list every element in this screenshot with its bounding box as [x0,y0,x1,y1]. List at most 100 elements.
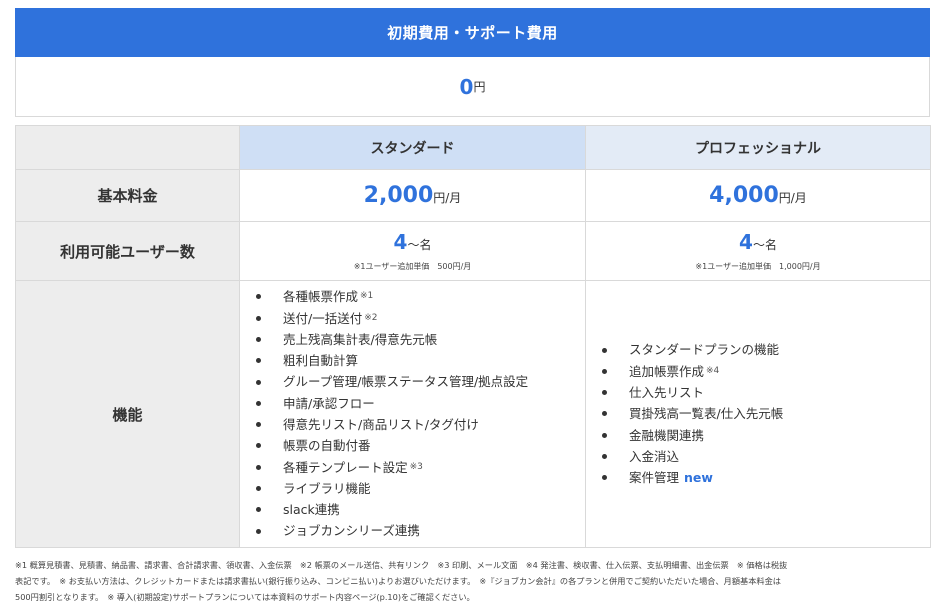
feature-text: 入金消込 [629,448,680,464]
bullet-icon [256,315,261,321]
feature-text: 金融機関連携 [629,427,705,443]
feature-footnote-mark: ※2 [364,312,378,323]
feature-text: 買掛残高一覧表/仕入先元帳 [629,406,784,422]
feature-text: 追加帳票作成 [629,363,705,379]
footnotes: ※1 概算見積書、見積書、納品書、請求書、合計請求書、領収書、入金伝票 ※2 帳… [15,557,937,605]
pricing-page: 初期費用・サポート費用 0円 スタンダード プロフェッショナル 基本料金 2,0… [0,0,950,613]
feature-text: 各種テンプレート設定 [283,459,408,475]
bullet-icon [602,347,607,353]
footnote-line: 500円割引となります。 ※ 導入(初期設定)サポートプランについては本資料のサ… [15,592,475,602]
features-row: 機能 各種帳票作成 ※1 送付/一括送付 ※2 売上残高集計表/得意先元帳 粗利自動計算グ… [15,280,931,548]
feature-item: 申請/承認フロー [256,393,585,414]
professional-feature-list: スタンダードプランの機能 追加帳票作成 ※4 仕入先リスト 買掛残高一覧表/仕入先元帳金… [586,339,930,488]
feature-item: 得意先リスト/商品リスト/タグ付け [256,414,585,435]
bullet-icon [602,432,607,438]
feature-text: 仕入先リスト [629,385,705,401]
bullet-icon [256,336,261,342]
feature-item: 入金消込 [602,446,930,467]
standard-feature-list: 各種帳票作成 ※1 送付/一括送付 ※2 売上残高集計表/得意先元帳 粗利自動計算グループ… [240,286,585,542]
bullet-icon [256,443,261,449]
footnote-line: 表記です。 ※ お支払い方法は、クレジットカードまたは請求書払い(銀行振り込み、… [15,576,781,586]
feature-text: 帳票の自動付番 [283,438,371,454]
users-label-text: 利用可能ユーザー数 [60,242,195,261]
feature-item: 追加帳票作成 ※4 [602,361,930,382]
standard-features-cell: 各種帳票作成 ※1 送付/一括送付 ※2 売上残高集計表/得意先元帳 粗利自動計算グループ… [239,280,586,548]
footnote-line: ※1 概算見積書、見積書、納品書、請求書、合計請求書、領収書、入金伝票 ※2 帳… [15,560,788,570]
bullet-icon [256,507,261,513]
plan-comparison-table: スタンダード プロフェッショナル 基本料金 2,000円/月 4,000円/月 … [15,125,931,548]
feature-item: グループ管理/帳票ステータス管理/拠点設定 [256,371,585,392]
feature-item: 金融機関連携 [602,425,930,446]
feature-item: 各種帳票作成 ※1 [256,286,585,307]
feature-item: 仕入先リスト [602,382,930,403]
bullet-icon [256,422,261,428]
feature-item: 粗利自動計算 [256,350,585,371]
feature-text: スタンダードプランの機能 [629,342,780,358]
feature-item: スタンダードプランの機能 [602,339,930,360]
professional-plan-header: プロフェッショナル [585,125,931,170]
plan-header-row: スタンダード プロフェッショナル [15,125,931,170]
initial-cost-value-box: 0円 [15,57,930,117]
users-label: 利用可能ユーザー数 [15,221,240,281]
bullet-icon [256,400,261,406]
bullet-icon [256,486,261,492]
bullet-icon [602,411,607,417]
base-fee-row: 基本料金 2,000円/月 4,000円/月 [15,169,931,222]
feature-text: ジョブカンシリーズ連携 [283,523,420,539]
feature-text: slack連携 [283,502,340,518]
feature-footnote-mark: ※1 [360,291,374,302]
standard-plan-name: スタンダード [370,140,455,157]
corner-cell [15,125,240,170]
feature-text: 送付/一括送付 [283,310,363,326]
bullet-icon [602,390,607,396]
feature-text: ライブラリ機能 [283,480,371,496]
features-label-text: 機能 [112,405,143,424]
initial-cost-unit: 円 [473,80,486,94]
feature-item: 売上残高集計表/得意先元帳 [256,329,585,350]
initial-cost-header: 初期費用・サポート費用 [15,8,930,57]
feature-text: 各種帳票作成 [283,289,359,305]
professional-user-note: ※1ユーザー追加単価 1,000円/月 [695,262,821,271]
feature-text: 売上残高集計表/得意先元帳 [283,331,438,347]
bullet-icon [256,358,261,364]
base-fee-label: 基本料金 [15,169,240,222]
feature-item: slack連携 [256,499,585,520]
feature-item: ライブラリ機能 [256,478,585,499]
feature-item: 帳票の自動付番 [256,435,585,456]
feature-footnote-mark: ※3 [409,461,423,472]
professional-price: 4,000 [709,183,779,208]
professional-plan-name: プロフェッショナル [695,140,821,157]
initial-cost-title: 初期費用・サポート費用 [387,24,558,42]
professional-price-cell: 4,000円/月 [585,169,931,222]
feature-text: 粗利自動計算 [283,353,359,369]
standard-price-cell: 2,000円/月 [239,169,586,222]
standard-price-unit: 円/月 [433,191,462,205]
feature-text: 得意先リスト/商品リスト/タグ付け [283,417,479,432]
bullet-icon [602,475,607,481]
feature-text: グループ管理/帳票ステータス管理/拠点設定 [283,374,529,390]
feature-text: 案件管理 [629,470,680,486]
initial-cost-value: 0 [459,74,474,99]
users-row: 利用可能ユーザー数 4～名 ※1ユーザー追加単価 500円/月 4～名 ※1ユー… [15,221,931,281]
professional-users-cell: 4～名 ※1ユーザー追加単価 1,000円/月 [585,221,931,281]
bullet-icon [256,528,261,534]
professional-features-cell: スタンダードプランの機能 追加帳票作成 ※4 仕入先リスト 買掛残高一覧表/仕入先元帳金… [585,280,931,548]
feature-item: 各種テンプレート設定 ※3 [256,457,585,478]
feature-footnote-mark: ※4 [706,365,720,376]
standard-users-unit: ～名 [407,238,432,252]
feature-item: 買掛残高一覧表/仕入先元帳 [602,403,930,424]
professional-price-unit: 円/月 [778,191,807,205]
bullet-icon [602,454,607,460]
feature-item: 案件管理 new [602,467,930,488]
standard-users-cell: 4～名 ※1ユーザー追加単価 500円/月 [239,221,586,281]
features-label: 機能 [15,280,240,548]
bullet-icon [256,464,261,470]
feature-text: 申請/承認フロー [283,395,375,411]
professional-users: 4 [739,230,753,254]
feature-item: ジョブカンシリーズ連携 [256,520,585,541]
bullet-icon [256,294,261,300]
standard-price: 2,000 [363,183,434,208]
standard-users: 4 [393,230,408,254]
standard-user-note: ※1ユーザー追加単価 500円/月 [353,262,472,271]
bullet-icon [602,368,607,374]
